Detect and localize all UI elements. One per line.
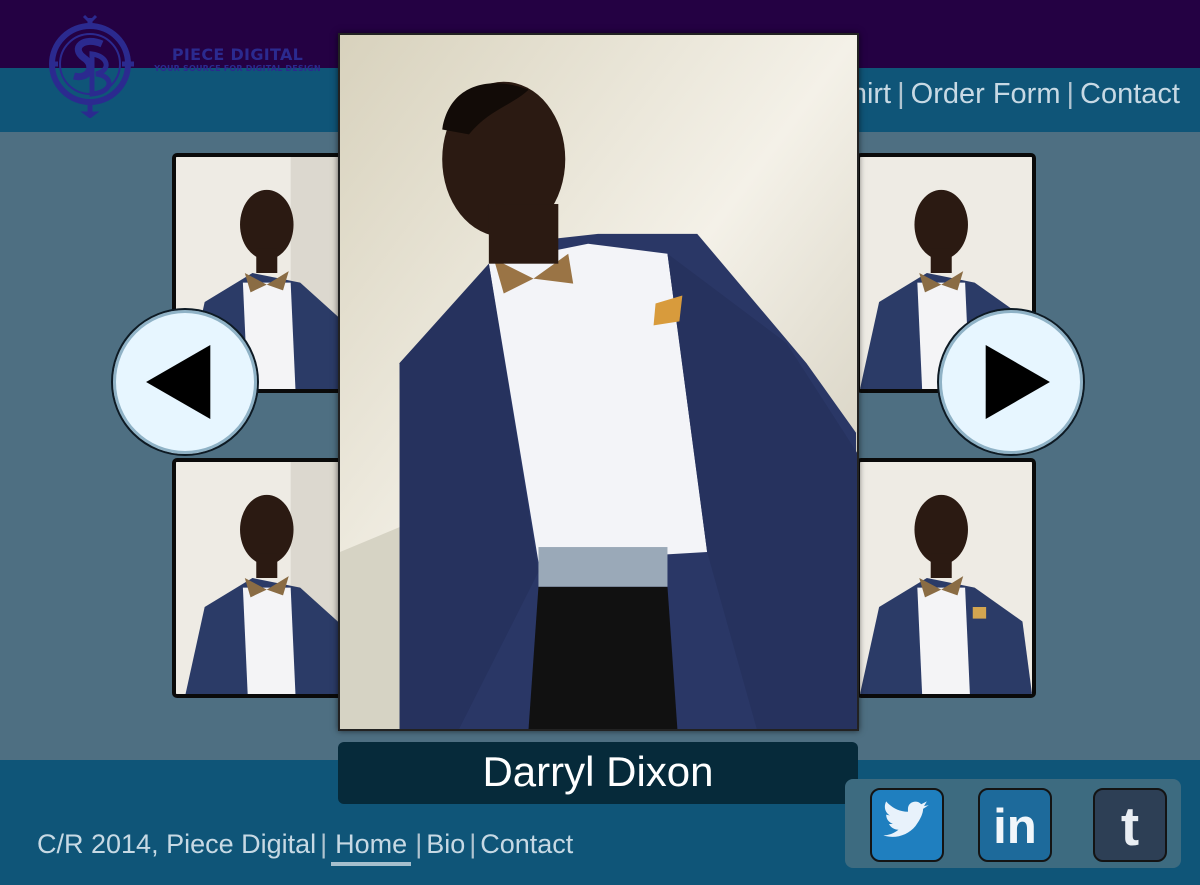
thumbnail-photo[interactable]: [856, 458, 1036, 698]
nav-item-contact[interactable]: Contact: [1080, 78, 1180, 111]
thumbnail-photo[interactable]: [172, 458, 352, 698]
footer-separator: |: [320, 829, 328, 859]
twitter-icon: [883, 801, 929, 837]
nav-separator: |: [897, 78, 905, 110]
nav-separator: |: [1066, 78, 1075, 110]
featured-photo: [338, 33, 859, 731]
linkedin-icon: in: [993, 799, 1037, 854]
brand-name: PIECE DIGITAL: [171, 45, 304, 64]
compass-sd-logo-icon[interactable]: [44, 14, 136, 119]
footer-link-home[interactable]: Home: [331, 829, 412, 866]
footer-nav: C/R 2014, Piece Digital | Home | Bio | Contact: [37, 829, 573, 866]
next-button[interactable]: [937, 308, 1085, 456]
footer-separator: |: [415, 829, 423, 859]
brand-tagline: YOUR SOURCE FOR DIGITAL DESIGN: [154, 64, 321, 73]
footer-link-contact[interactable]: Contact: [480, 829, 573, 860]
nav-item-order-form[interactable]: Order Form: [911, 78, 1061, 111]
footer-separator: |: [469, 829, 477, 859]
brand-block: PIECE DIGITAL YOUR SOURCE FOR DIGITAL DE…: [150, 46, 325, 74]
left-arrow-icon: [146, 345, 211, 419]
main-nav: hirt | Order Form | Contact: [851, 78, 1180, 111]
copyright-text: C/R 2014, Piece Digital: [37, 829, 317, 859]
svg-text:in: in: [993, 799, 1037, 854]
svg-text:t: t: [1121, 795, 1139, 857]
linkedin-button[interactable]: in: [978, 788, 1052, 862]
footer-link-bio[interactable]: Bio: [426, 829, 465, 860]
tumblr-icon: t: [1121, 795, 1139, 857]
featured-name: Darryl Dixon: [338, 742, 858, 804]
right-arrow-icon: [985, 345, 1050, 419]
twitter-button[interactable]: [870, 788, 944, 862]
previous-button[interactable]: [111, 308, 259, 456]
tumblr-button[interactable]: t: [1093, 788, 1167, 862]
